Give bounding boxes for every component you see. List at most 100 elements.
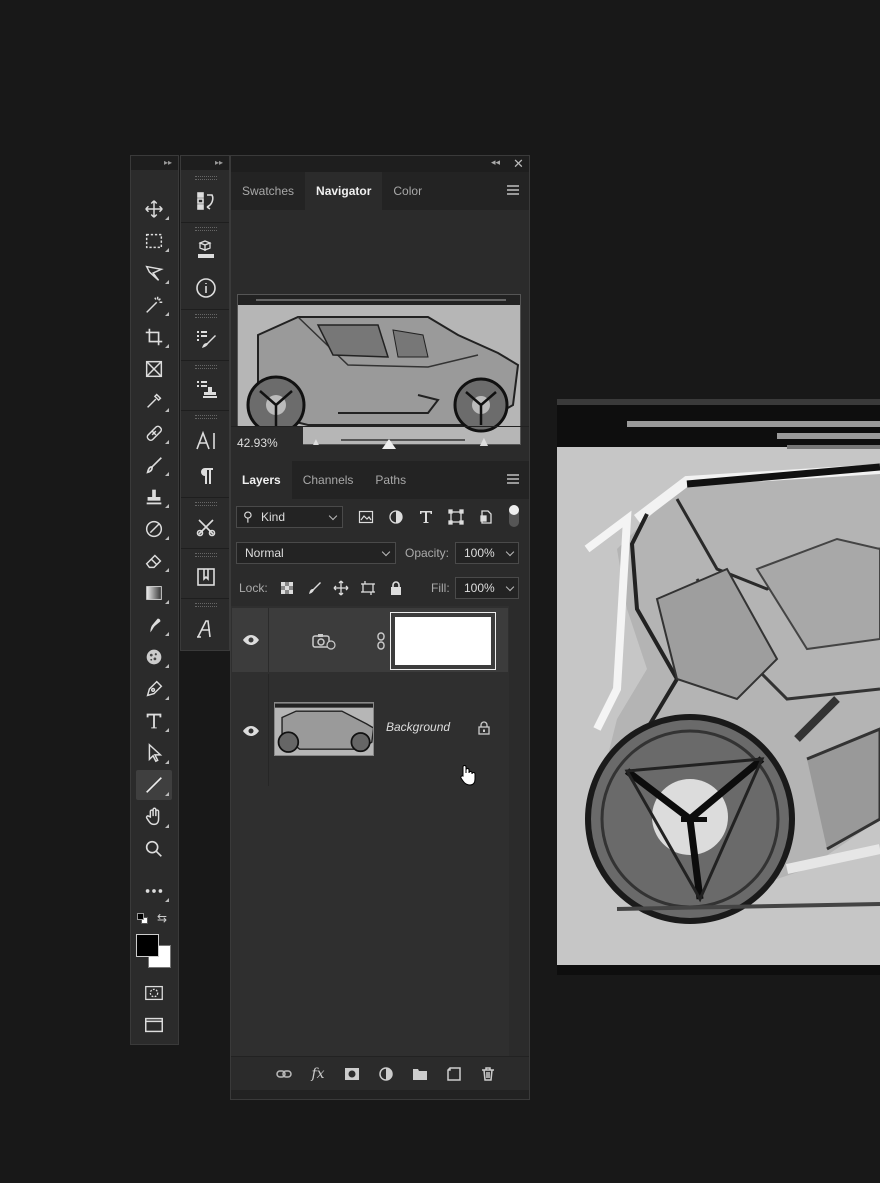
tab-color[interactable]: Color xyxy=(382,172,433,210)
hand-tool[interactable] xyxy=(136,802,172,832)
brush-settings-button[interactable] xyxy=(187,322,225,356)
close-panel-icon[interactable]: ✕ xyxy=(513,156,524,172)
panels-header[interactable]: ◂◂ ✕ xyxy=(231,156,529,172)
smudge-tool[interactable] xyxy=(136,610,172,640)
tab-layers[interactable]: Layers xyxy=(231,461,292,499)
quick-mask-button[interactable] xyxy=(136,978,172,1008)
new-adjustment-layer-icon[interactable] xyxy=(376,1066,396,1082)
layer-filter-select[interactable]: ⚲ Kind xyxy=(236,506,343,528)
layers-menu-icon[interactable] xyxy=(507,474,519,484)
visibility-eye-icon[interactable] xyxy=(242,724,260,738)
layer-row-adjustment[interactable] xyxy=(232,608,508,672)
marquee-tool[interactable] xyxy=(136,226,172,256)
move-tool[interactable] xyxy=(136,194,172,224)
link-layers-icon[interactable] xyxy=(274,1066,294,1082)
default-colors-icon[interactable] xyxy=(137,913,149,925)
fill-input[interactable]: 100% xyxy=(455,577,519,599)
tab-swatches[interactable]: Swatches xyxy=(231,172,305,210)
eyedropper-tool[interactable] xyxy=(136,386,172,416)
blend-mode-select[interactable]: Normal xyxy=(236,542,396,564)
dock-grip[interactable] xyxy=(195,553,217,557)
screen-mode-button[interactable] xyxy=(136,1010,172,1040)
sponge-tool[interactable] xyxy=(136,642,172,672)
frame-tool[interactable] xyxy=(136,354,172,384)
zoom-tool[interactable] xyxy=(136,834,172,864)
filter-toggle-switch[interactable] xyxy=(509,505,519,527)
dock-grip[interactable] xyxy=(195,415,217,419)
delete-layer-icon[interactable] xyxy=(478,1066,498,1082)
type-tool[interactable] xyxy=(136,706,172,736)
tool-presets-icon xyxy=(196,519,216,537)
lasso-tool[interactable] xyxy=(136,258,172,288)
eraser-tool[interactable] xyxy=(136,546,172,576)
history-panel-button[interactable] xyxy=(187,184,225,218)
clone-source-button[interactable] xyxy=(187,372,225,406)
lock-position-icon[interactable] xyxy=(332,579,350,597)
new-group-icon[interactable] xyxy=(410,1066,430,1082)
filter-smart-object-icon[interactable] xyxy=(477,508,495,526)
brush-tool[interactable] xyxy=(136,450,172,480)
line-tool[interactable] xyxy=(136,770,172,800)
info-panel-button[interactable] xyxy=(187,271,225,305)
tab-paths[interactable]: Paths xyxy=(364,461,417,499)
background-layer-name[interactable]: Background xyxy=(386,720,450,734)
dock-grip[interactable] xyxy=(195,603,217,607)
dock-header[interactable]: ▸▸ xyxy=(181,156,229,170)
more-tools-button[interactable] xyxy=(136,876,172,906)
filter-adjustment-icon[interactable] xyxy=(387,508,405,526)
filter-type-icon[interactable] xyxy=(417,508,435,526)
layers-scrollbar[interactable] xyxy=(511,606,529,1056)
navigator-preview[interactable] xyxy=(237,294,521,445)
tool-presets-button[interactable] xyxy=(187,510,225,544)
zoom-value-field[interactable]: 42.93% xyxy=(231,427,303,459)
panel-resize-bar[interactable] xyxy=(231,1090,529,1099)
layer-row-background[interactable]: Background xyxy=(232,674,508,786)
layer-effects-icon[interactable]: fx xyxy=(308,1066,328,1082)
filter-pixel-icon[interactable] xyxy=(357,508,375,526)
zoom-slider-track[interactable] xyxy=(341,439,465,441)
lock-pixels-icon[interactable] xyxy=(305,579,323,597)
3d-panel-button[interactable] xyxy=(187,234,225,268)
zoom-out-icon[interactable]: ▲ xyxy=(311,437,321,448)
new-layer-icon[interactable] xyxy=(444,1066,464,1082)
zoom-in-icon[interactable]: ▲ xyxy=(477,433,491,449)
zoom-slider-thumb[interactable] xyxy=(382,439,397,449)
dock-grip[interactable] xyxy=(195,227,217,231)
tab-channels[interactable]: Channels xyxy=(292,461,365,499)
glyphs-panel-button[interactable] xyxy=(187,612,225,646)
add-mask-icon[interactable] xyxy=(342,1066,362,1082)
magic-wand-tool[interactable] xyxy=(136,290,172,320)
libraries-panel-button[interactable] xyxy=(187,560,225,594)
stamp-tool[interactable] xyxy=(136,482,172,512)
tab-navigator[interactable]: Navigator xyxy=(305,172,383,210)
collapse-panels-icon[interactable]: ◂◂ xyxy=(491,157,500,168)
brush-settings-icon xyxy=(197,331,216,348)
swap-colors-icon[interactable]: ⇆ xyxy=(157,911,171,925)
pen-tool[interactable] xyxy=(136,674,172,704)
layer-lock-icon[interactable] xyxy=(478,721,490,735)
panel-menu-icon[interactable] xyxy=(507,185,519,195)
opacity-input[interactable]: 100% xyxy=(455,542,519,564)
lock-transparent-icon[interactable] xyxy=(278,579,296,597)
lock-all-icon[interactable] xyxy=(387,579,405,597)
dock-grip[interactable] xyxy=(195,502,217,506)
foreground-color-swatch[interactable] xyxy=(136,934,159,957)
lock-artboard-icon[interactable] xyxy=(359,579,377,597)
crop-tool[interactable] xyxy=(136,322,172,352)
visibility-eye-icon[interactable] xyxy=(242,633,260,647)
layer-mask-thumbnail[interactable] xyxy=(390,612,496,670)
path-select-tool[interactable] xyxy=(136,738,172,768)
dock-grip[interactable] xyxy=(195,314,217,318)
tools-panel-header[interactable]: ▸▸ xyxy=(131,156,178,170)
dock-grip[interactable] xyxy=(195,176,217,180)
character-panel-button[interactable] xyxy=(187,424,225,458)
filter-shape-icon[interactable] xyxy=(447,508,465,526)
mask-link-icon[interactable] xyxy=(376,632,386,650)
healing-brush-tool[interactable] xyxy=(136,418,172,448)
paragraph-panel-button[interactable] xyxy=(187,459,225,493)
dock-grip[interactable] xyxy=(195,365,217,369)
history-brush-tool[interactable] xyxy=(136,514,172,544)
gradient-tool[interactable] xyxy=(136,578,172,608)
crop-icon xyxy=(145,328,163,346)
document-canvas[interactable] xyxy=(557,399,880,975)
